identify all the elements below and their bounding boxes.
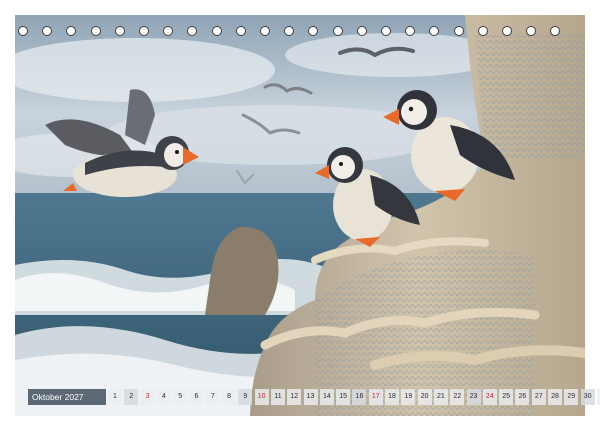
spiral-ring-icon xyxy=(356,26,367,36)
spiral-ring-icon xyxy=(187,26,198,36)
day-cell: 8 xyxy=(222,389,237,405)
spiral-ring-icon xyxy=(284,26,295,36)
day-cell: 28 xyxy=(548,389,563,405)
day-cell: 6 xyxy=(189,389,204,405)
day-cell: 19 xyxy=(401,389,416,405)
day-cell: 30 xyxy=(580,389,595,405)
day-cell: 10 xyxy=(254,389,269,405)
day-cell: 13 xyxy=(303,389,318,405)
spiral-ring-icon xyxy=(477,26,488,36)
day-cell: 15 xyxy=(336,389,351,405)
spiral-ring-icon xyxy=(139,26,149,36)
day-cell: 18 xyxy=(385,389,400,405)
month-label: Oktober 2027 xyxy=(28,389,106,405)
day-cell: 25 xyxy=(499,389,514,405)
day-cell: 12 xyxy=(287,389,302,405)
day-cell: 11 xyxy=(270,389,285,405)
day-cell: 26 xyxy=(515,389,530,405)
month-name: Oktober xyxy=(32,392,63,402)
day-cell: 9 xyxy=(238,389,253,405)
calendar-page: Oktober 2027 1 2 3 4 5 6 7 8 9 10 11 12 13 14 15 16 17 18… xyxy=(0,0,600,431)
day-cell: 4 xyxy=(156,389,171,405)
day-cell: 24 xyxy=(482,389,497,405)
spiral-ring-icon xyxy=(90,26,101,36)
day-cell: 17 xyxy=(368,389,383,405)
spiral-ring-icon xyxy=(429,26,440,36)
spiral-ring-icon xyxy=(526,26,537,36)
spiral-ring-icon xyxy=(453,26,464,36)
day-cell: 5 xyxy=(173,389,188,405)
day-cell: 1 xyxy=(108,389,122,405)
day-cell: 23 xyxy=(466,389,481,405)
spiral-ring-icon xyxy=(66,26,77,36)
spiral-ring-icon xyxy=(235,26,246,36)
spiral-ring-icon xyxy=(332,26,343,36)
spiral-ring-icon xyxy=(163,26,174,36)
day-cell: 20 xyxy=(417,389,432,405)
day-cell: 14 xyxy=(319,389,334,405)
puffin-scene-image xyxy=(15,15,585,416)
calendar-photo xyxy=(15,15,585,416)
spiral-ring-icon xyxy=(405,26,416,36)
day-cell: 7 xyxy=(205,389,220,405)
spiral-ring-icon xyxy=(42,26,53,36)
calendar-spiral-binding xyxy=(18,26,582,38)
day-cell: 22 xyxy=(450,389,465,405)
spiral-ring-icon xyxy=(308,26,319,36)
month-calendar-bar: Oktober 2027 1 2 3 4 5 6 7 8 9 10 11 12 13 14 15 16 17 18… xyxy=(28,389,600,405)
day-cell: 3 xyxy=(140,389,155,405)
day-cell: 2 xyxy=(124,389,139,405)
spiral-ring-icon xyxy=(260,26,270,36)
spiral-ring-icon xyxy=(381,26,391,36)
day-cell: 27 xyxy=(531,389,546,405)
day-cell: 29 xyxy=(564,389,579,405)
month-year: 2027 xyxy=(64,392,84,402)
spiral-ring-icon xyxy=(114,26,125,36)
day-cell: 16 xyxy=(352,389,367,405)
spiral-ring-icon xyxy=(211,26,222,36)
spiral-ring-icon xyxy=(18,26,28,36)
spiral-ring-icon xyxy=(502,26,512,36)
day-strip: 1 2 3 4 5 6 7 8 9 10 11 12 13 14 15 16 17 18 19 20 21 22 23 24 2… xyxy=(108,389,600,405)
spiral-ring-icon xyxy=(550,26,561,36)
day-cell: 21 xyxy=(433,389,448,405)
